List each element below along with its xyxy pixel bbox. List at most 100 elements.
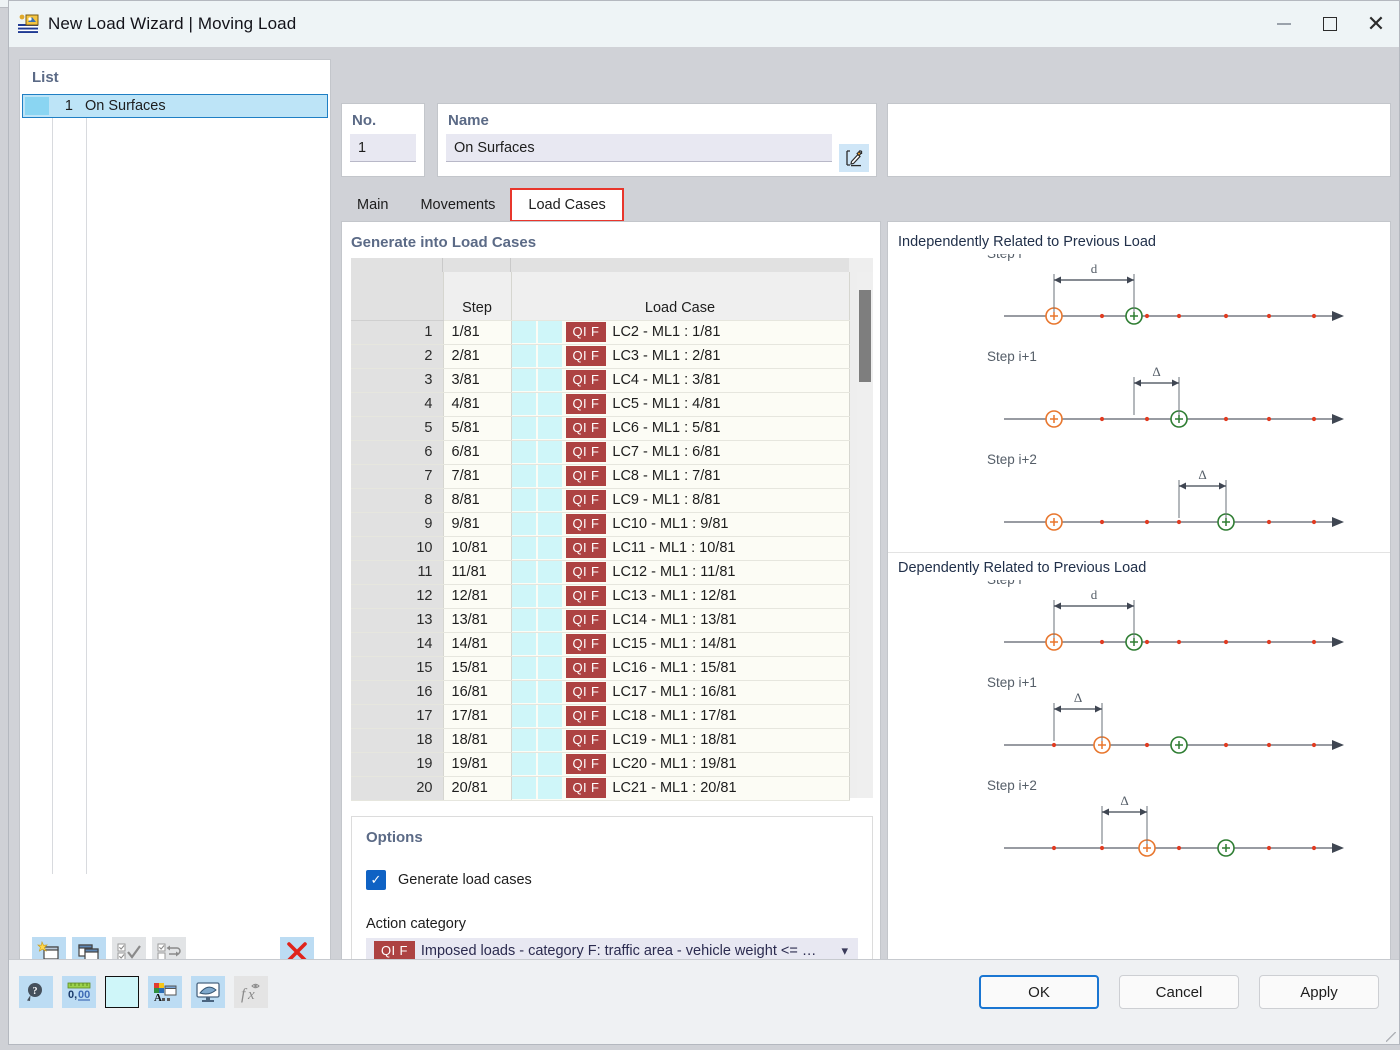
- row-color-swatch-1[interactable]: [511, 369, 536, 391]
- ok-button[interactable]: OK: [979, 975, 1099, 1009]
- close-button[interactable]: ✕: [1353, 1, 1399, 47]
- row-load-case-cell[interactable]: QI F LC10 - ML1 : 9/81: [511, 512, 850, 537]
- row-color-swatch-2[interactable]: [537, 561, 562, 583]
- row-color-swatch-1[interactable]: [511, 609, 536, 631]
- row-load-case-cell[interactable]: QI F LC16 - ML1 : 15/81: [511, 656, 850, 681]
- row-color-swatch-2[interactable]: [537, 441, 562, 463]
- row-color-swatch-1[interactable]: [511, 321, 536, 343]
- row-load-case-cell[interactable]: QI F LC14 - ML1 : 13/81: [511, 608, 850, 633]
- row-step[interactable]: 3/81: [443, 368, 512, 393]
- row-load-case-cell[interactable]: QI F LC9 - ML1 : 8/81: [511, 488, 850, 513]
- table-row[interactable]: 17 17/81 QI F LC18 - ML1 : 17/81: [351, 704, 850, 729]
- row-color-swatch-1[interactable]: [511, 633, 536, 655]
- table-scrollbar-thumb[interactable]: [859, 290, 871, 382]
- table-row[interactable]: 3 3/81 QI F LC4 - ML1 : 3/81: [351, 368, 850, 393]
- column-header-load-case[interactable]: Load Case: [511, 272, 850, 321]
- row-color-swatch-2[interactable]: [537, 489, 562, 511]
- row-step[interactable]: 2/81: [443, 344, 512, 369]
- row-load-case-cell[interactable]: QI F LC8 - ML1 : 7/81: [511, 464, 850, 489]
- edit-name-button[interactable]: [839, 144, 869, 172]
- row-color-swatch-2[interactable]: [537, 417, 562, 439]
- table-row[interactable]: 18 18/81 QI F LC19 - ML1 : 18/81: [351, 728, 850, 753]
- row-load-case-cell[interactable]: QI F LC2 - ML1 : 1/81: [511, 320, 850, 345]
- table-row[interactable]: 5 5/81 QI F LC6 - ML1 : 5/81: [351, 416, 850, 441]
- row-color-swatch-1[interactable]: [511, 513, 536, 535]
- row-color-swatch-1[interactable]: [511, 561, 536, 583]
- row-step[interactable]: 5/81: [443, 416, 512, 441]
- render-button[interactable]: [191, 976, 225, 1008]
- row-color-swatch-1[interactable]: [511, 681, 536, 703]
- maximize-button[interactable]: [1307, 1, 1353, 47]
- table-row[interactable]: 2 2/81 QI F LC3 - ML1 : 2/81: [351, 344, 850, 369]
- table-row[interactable]: 1 1/81 QI F LC2 - ML1 : 1/81: [351, 320, 850, 345]
- row-color-swatch-1[interactable]: [511, 441, 536, 463]
- row-color-swatch-2[interactable]: [537, 633, 562, 655]
- table-row[interactable]: 14 14/81 QI F LC15 - ML1 : 14/81: [351, 632, 850, 657]
- color-button[interactable]: [105, 976, 139, 1008]
- row-color-swatch-1[interactable]: [511, 465, 536, 487]
- number-input[interactable]: 1: [350, 134, 416, 162]
- row-step[interactable]: 18/81: [443, 728, 512, 753]
- row-load-case-cell[interactable]: QI F LC5 - ML1 : 4/81: [511, 392, 850, 417]
- row-color-swatch-2[interactable]: [537, 777, 562, 799]
- row-step[interactable]: 7/81: [443, 464, 512, 489]
- row-load-case-cell[interactable]: QI F LC20 - ML1 : 19/81: [511, 752, 850, 777]
- row-color-swatch-1[interactable]: [511, 345, 536, 367]
- row-load-case-cell[interactable]: QI F LC17 - ML1 : 16/81: [511, 680, 850, 705]
- table-row[interactable]: 11 11/81 QI F LC12 - ML1 : 11/81: [351, 560, 850, 585]
- table-row[interactable]: 12 12/81 QI F LC13 - ML1 : 12/81: [351, 584, 850, 609]
- minimize-button[interactable]: [1261, 1, 1307, 47]
- title-bar[interactable]: New Load Wizard | Moving Load ✕: [9, 1, 1399, 47]
- row-load-case-cell[interactable]: QI F LC15 - ML1 : 14/81: [511, 632, 850, 657]
- row-color-swatch-2[interactable]: [537, 345, 562, 367]
- row-color-swatch-2[interactable]: [537, 585, 562, 607]
- row-color-swatch-2[interactable]: [537, 537, 562, 559]
- row-load-case-cell[interactable]: QI F LC7 - ML1 : 6/81: [511, 440, 850, 465]
- row-load-case-cell[interactable]: QI F LC3 - ML1 : 2/81: [511, 344, 850, 369]
- row-load-case-cell[interactable]: QI F LC11 - ML1 : 10/81: [511, 536, 850, 561]
- row-step[interactable]: 14/81: [443, 632, 512, 657]
- resize-grip[interactable]: [1386, 1032, 1396, 1042]
- apply-button[interactable]: Apply: [1259, 975, 1379, 1009]
- row-load-case-cell[interactable]: QI F LC18 - ML1 : 17/81: [511, 704, 850, 729]
- row-color-swatch-2[interactable]: [537, 393, 562, 415]
- row-step[interactable]: 17/81: [443, 704, 512, 729]
- table-scrollbar[interactable]: [857, 272, 873, 798]
- row-color-swatch-1[interactable]: [511, 657, 536, 679]
- table-row[interactable]: 13 13/81 QI F LC14 - ML1 : 13/81: [351, 608, 850, 633]
- table-row[interactable]: 19 19/81 QI F LC20 - ML1 : 19/81: [351, 752, 850, 777]
- row-color-swatch-2[interactable]: [537, 753, 562, 775]
- row-color-swatch-1[interactable]: [511, 489, 536, 511]
- display-properties-button[interactable]: A: [148, 976, 182, 1008]
- tab-movements[interactable]: Movements: [404, 189, 511, 221]
- row-color-swatch-1[interactable]: [511, 537, 536, 559]
- row-load-case-cell[interactable]: QI F LC4 - ML1 : 3/81: [511, 368, 850, 393]
- table-row[interactable]: 7 7/81 QI F LC8 - ML1 : 7/81: [351, 464, 850, 489]
- column-header-step[interactable]: Step: [443, 272, 512, 321]
- row-color-swatch-2[interactable]: [537, 513, 562, 535]
- row-color-swatch-2[interactable]: [537, 369, 562, 391]
- list-item[interactable]: 1 On Surfaces: [22, 94, 328, 118]
- chevron-down-icon[interactable]: ▾: [837, 943, 852, 959]
- row-step[interactable]: 1/81: [443, 320, 512, 345]
- row-step[interactable]: 20/81: [443, 776, 512, 801]
- row-color-swatch-1[interactable]: [511, 753, 536, 775]
- row-step[interactable]: 9/81: [443, 512, 512, 537]
- generate-load-cases-checkbox[interactable]: ✓: [366, 870, 386, 890]
- row-step[interactable]: 6/81: [443, 440, 512, 465]
- row-step[interactable]: 13/81: [443, 608, 512, 633]
- row-color-swatch-2[interactable]: [537, 321, 562, 343]
- row-step[interactable]: 12/81: [443, 584, 512, 609]
- row-step[interactable]: 16/81: [443, 680, 512, 705]
- row-color-swatch-1[interactable]: [511, 417, 536, 439]
- row-step[interactable]: 15/81: [443, 656, 512, 681]
- row-color-swatch-1[interactable]: [511, 585, 536, 607]
- row-color-swatch-2[interactable]: [537, 657, 562, 679]
- row-color-swatch-2[interactable]: [537, 465, 562, 487]
- table-row[interactable]: 16 16/81 QI F LC17 - ML1 : 16/81: [351, 680, 850, 705]
- help-button[interactable]: ?: [19, 976, 53, 1008]
- row-load-case-cell[interactable]: QI F LC6 - ML1 : 5/81: [511, 416, 850, 441]
- decimals-button[interactable]: 0, 00: [62, 976, 96, 1008]
- row-color-swatch-2[interactable]: [537, 729, 562, 751]
- row-step[interactable]: 19/81: [443, 752, 512, 777]
